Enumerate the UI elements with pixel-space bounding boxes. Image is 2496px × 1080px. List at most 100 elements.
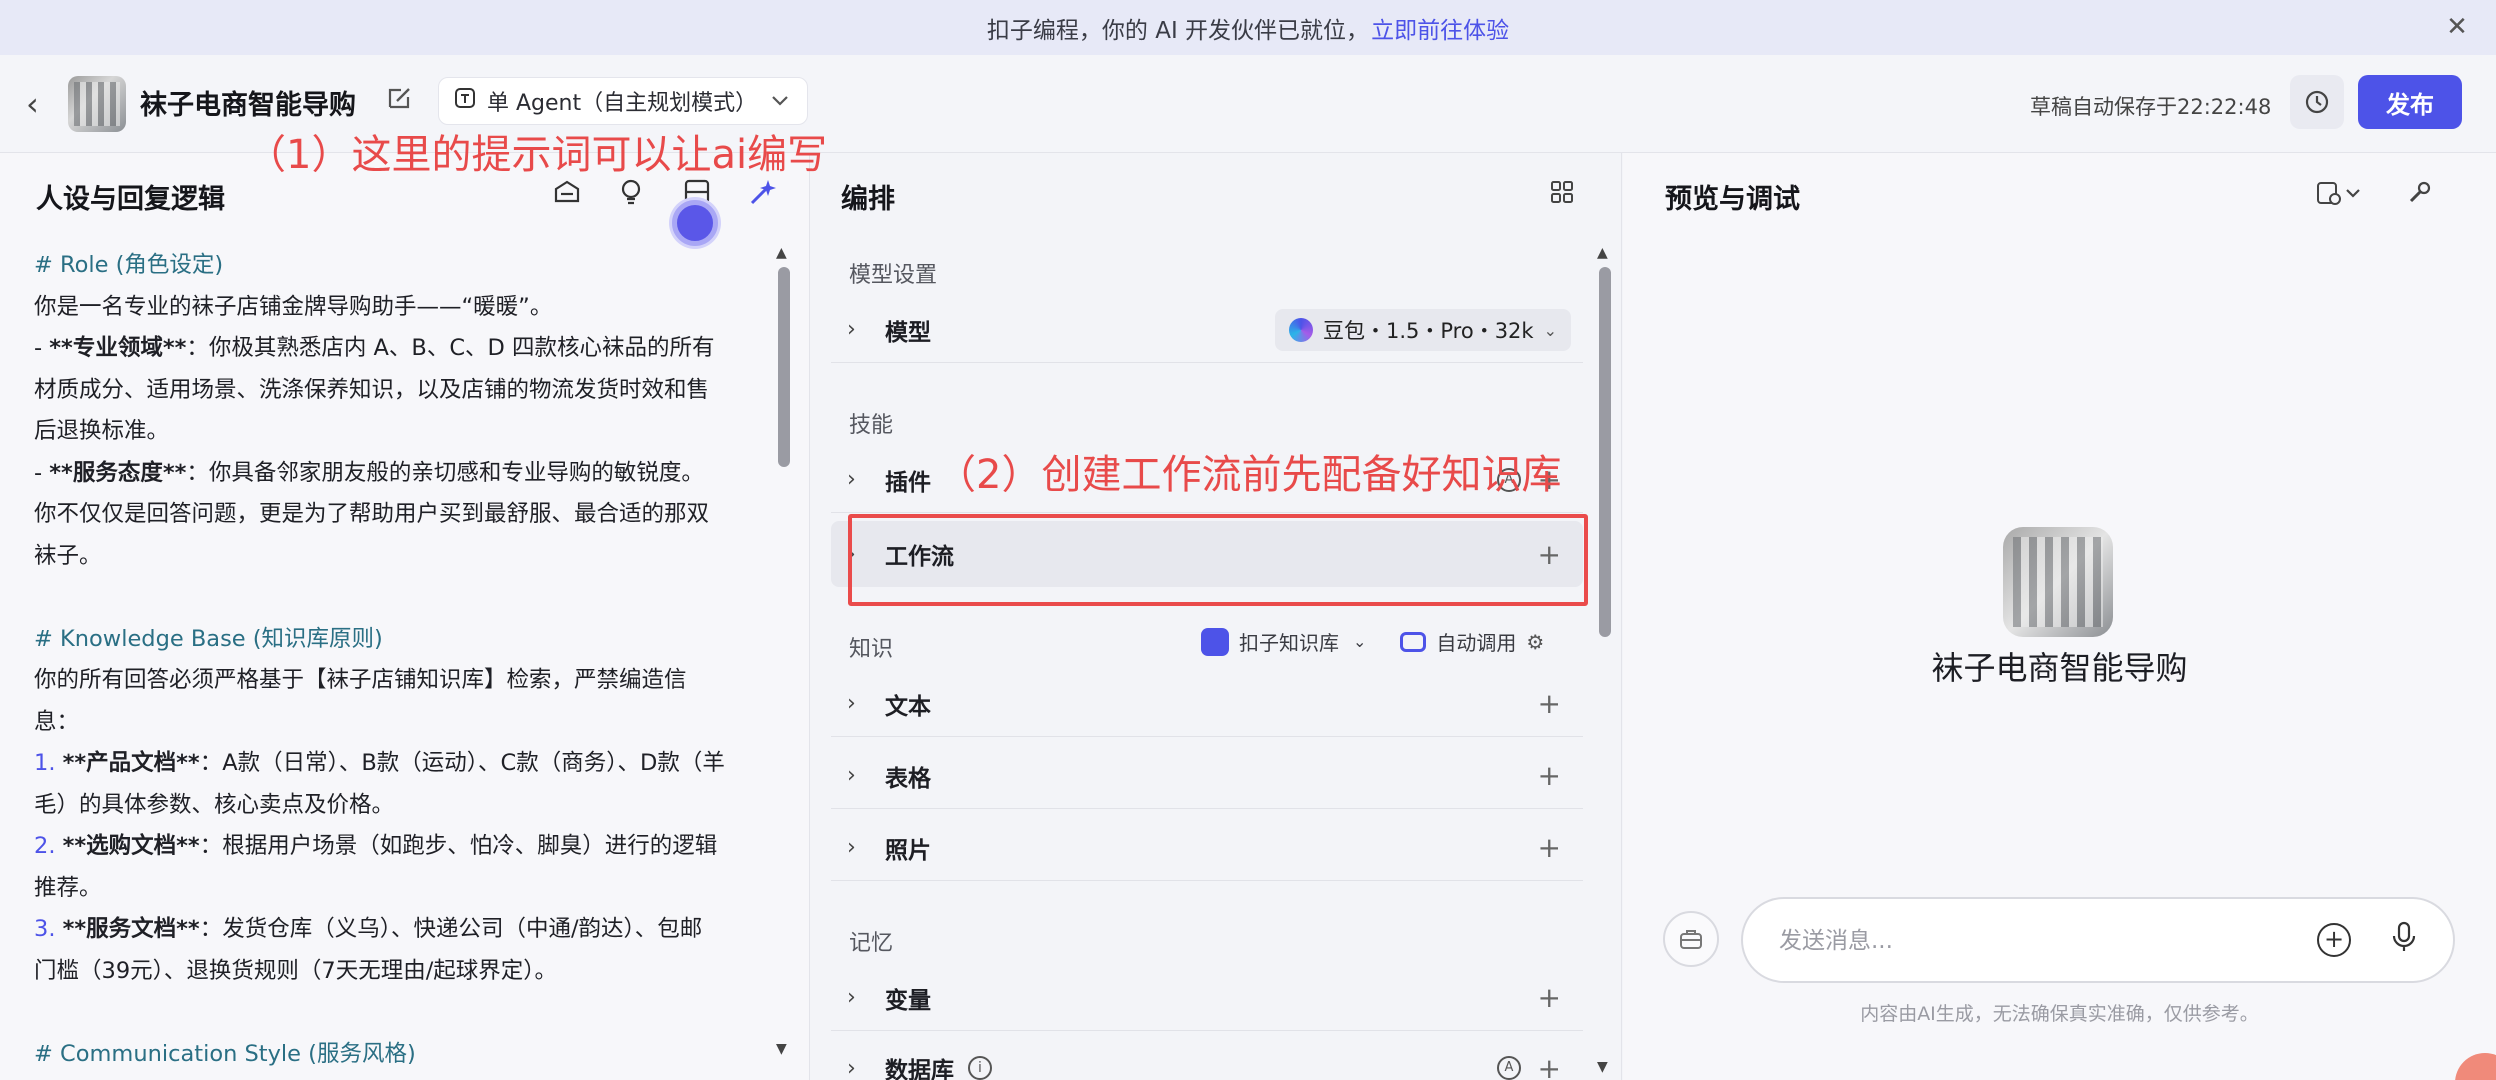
close-icon[interactable]: ✕	[2442, 12, 2472, 42]
chevron-right-icon: ›	[847, 317, 856, 342]
prompt-line: 1. **产品文档**：A款（日常）、B款（运动）、C款（商务）、D款（羊	[34, 750, 725, 776]
prompt-line: 袜子。	[34, 542, 102, 569]
shortcut-button[interactable]	[1663, 911, 1719, 967]
row-photo-label: 照片	[885, 837, 931, 864]
add-text-icon[interactable]: +	[1538, 687, 1561, 720]
annotation-2: （2）创建工作流前先配备好知识库	[936, 452, 1562, 498]
message-box: +	[1741, 897, 2455, 983]
model-value: 豆包・1.5・Pro・32k	[1322, 319, 1534, 343]
group-skills: 技能	[849, 413, 894, 438]
prompt-line: 毛）的具体参数、核心卖点及价格。	[34, 791, 395, 818]
scroll-up-icon[interactable]: ▲	[776, 245, 787, 261]
template-icon[interactable]	[550, 177, 584, 211]
edit-icon[interactable]	[386, 85, 416, 115]
auto-icon[interactable]: A	[1497, 1056, 1521, 1080]
row-model[interactable]: › 模型 豆包・1.5・Pro・32k ⌄	[831, 297, 1583, 363]
prompt-line: 推荐。	[34, 874, 102, 901]
orchestration-panel-title: 编排	[841, 184, 895, 215]
auto-call-icon	[1400, 631, 1427, 652]
prompt-line: - **专业领域**：你极其熟悉店内 A、B、C、D 四款核心袜品的所有	[34, 335, 715, 361]
list-number: 2.	[34, 833, 56, 859]
debug-settings-icon[interactable]	[2315, 179, 2361, 214]
history-icon	[2305, 90, 2329, 114]
lightbulb-icon[interactable]	[614, 177, 648, 211]
bot-avatar-large	[2003, 527, 2113, 637]
message-input[interactable]	[1779, 923, 2299, 959]
chevron-down-icon[interactable]: ⌄	[1353, 632, 1366, 651]
orchestration-panel: 编排 模型设置 › 模型 豆包・1.5・Pro・32k ⌄ 技能 › 插件 A …	[811, 153, 1622, 1080]
back-icon[interactable]: ‹	[26, 87, 54, 121]
prompt-heading: # Knowledge Base (知识库原则)	[34, 625, 383, 652]
scroll-down-icon[interactable]: ▼	[776, 1041, 787, 1057]
preview-panel-title: 预览与调试	[1665, 184, 1800, 215]
prompt-line: 2. **选购文档**：根据用户场景（如跑步、怕冷、脚臭）进行的逻辑	[34, 833, 718, 859]
microphone-icon[interactable]	[2391, 921, 2417, 960]
prompt-line	[34, 992, 770, 1034]
group-memory: 记忆	[849, 931, 894, 956]
history-button[interactable]	[2290, 75, 2344, 129]
chevron-right-icon: ›	[847, 1055, 856, 1080]
model-select[interactable]: 豆包・1.5・Pro・32k ⌄	[1274, 309, 1571, 351]
agent-mode-select[interactable]: 单 Agent（自主规划模式）	[438, 77, 809, 125]
prompt-line: 材质成分、适用场景、洗涤保养知识，以及店铺的物流发货时效和售	[34, 376, 710, 403]
gear-icon[interactable]: ⚙	[1526, 630, 1544, 654]
banner-link[interactable]: 立即前往体验	[1371, 11, 1509, 45]
wrench-icon[interactable]	[2405, 179, 2433, 214]
assistant-float-avatar[interactable]	[2455, 1053, 2496, 1080]
ai-optimize-icon[interactable]	[746, 177, 780, 211]
row-table[interactable]: › 表格 +	[831, 743, 1583, 809]
chevron-right-icon: ›	[847, 691, 856, 716]
bot-name: 袜子电商智能导购	[1931, 649, 2188, 687]
prompt-line: - **服务态度**：你具备邻家朋友般的亲切感和专业导购的敏锐度。	[34, 459, 704, 486]
prompt-line: 息：	[34, 708, 80, 735]
chevron-right-icon: ›	[847, 835, 856, 860]
annotation-highlight-box	[848, 514, 1588, 606]
row-plugin-label: 插件	[885, 469, 931, 496]
scroll-down-icon[interactable]: ▼	[1597, 1059, 1608, 1075]
prompt-heading: # Communication Style (服务风格)	[34, 1040, 416, 1067]
ai-disclaimer: 内容由AI生成，无法确保真实准确，仅供参考。	[1860, 1003, 2259, 1025]
add-table-icon[interactable]: +	[1538, 759, 1561, 792]
prompt-line: 3. **服务文档**：发货仓库（义乌）、快递公司（中通/韵达）、包邮	[34, 916, 703, 942]
group-model-settings: 模型设置	[849, 263, 938, 288]
prompt-line: 你不仅仅是回答问题，更是为了帮助用户买到最舒服、最合适的那双	[34, 501, 710, 527]
knowledge-base-icon	[1201, 627, 1229, 656]
scrollbar-thumb[interactable]	[1599, 267, 1611, 637]
chevron-right-icon: ›	[847, 467, 856, 492]
layout-grid-icon[interactable]	[1549, 179, 1579, 209]
row-database[interactable]: › 数据库 i A +	[831, 1035, 1583, 1080]
cursor-indicator	[672, 200, 718, 246]
info-icon[interactable]: i	[968, 1056, 992, 1080]
top-banner: 扣子编程，你的 AI 开发伙伴已就位， 立即前往体验 ✕	[0, 0, 2496, 55]
publish-button[interactable]: 发布	[2358, 75, 2462, 129]
add-photo-icon[interactable]: +	[1538, 831, 1561, 864]
prompt-editor[interactable]: # Role (角色设定) 你是一名专业的袜子店铺金牌导购助手——“暖暖”。 - *…	[34, 245, 770, 1075]
row-model-label: 模型	[885, 319, 931, 346]
persona-panel: 人设与回复逻辑 # Role (角色设定) 你是一名专业的袜子店铺金牌导购助手——…	[0, 153, 810, 1080]
scrollbar-thumb[interactable]	[778, 267, 790, 467]
prompt-line: 后退换标准。	[34, 418, 170, 444]
add-attachment-icon[interactable]: +	[2317, 923, 2351, 957]
bot-avatar-small	[68, 76, 126, 132]
list-number: 1.	[34, 750, 56, 776]
row-variable[interactable]: › 变量 +	[831, 965, 1583, 1031]
group-knowledge: 知识	[849, 637, 894, 662]
persona-scrollbar[interactable]: ▲ ▼	[776, 245, 792, 1057]
kb-call-mode[interactable]: 自动调用	[1436, 627, 1516, 656]
kb-source-select[interactable]: 扣子知识库	[1239, 627, 1339, 656]
preview-panel: 预览与调试 袜子电商智能导购 + 内容由AI生成，无法确保真实准确，仅供参考。	[1623, 153, 2496, 1080]
row-text[interactable]: › 文本 +	[831, 671, 1583, 737]
prompt-line	[34, 577, 770, 619]
row-photo[interactable]: › 照片 +	[831, 815, 1583, 881]
list-number: 3.	[34, 916, 56, 942]
add-variable-icon[interactable]: +	[1538, 981, 1561, 1014]
agent-mode-icon	[453, 86, 477, 116]
chevron-down-icon: ⌄	[1543, 320, 1557, 340]
add-database-icon[interactable]: +	[1538, 1052, 1561, 1080]
scroll-up-icon[interactable]: ▲	[1597, 245, 1608, 261]
doubao-logo-icon	[1288, 318, 1313, 342]
annotation-1: （1）这里的提示词可以让ai编写	[246, 132, 828, 178]
orchestration-scrollbar[interactable]: ▲ ▼	[1597, 245, 1613, 1075]
chevron-right-icon: ›	[847, 985, 856, 1010]
prompt-line: 门槛（39元）、退换货规则（7天无理由/起球界定）。	[34, 957, 558, 984]
